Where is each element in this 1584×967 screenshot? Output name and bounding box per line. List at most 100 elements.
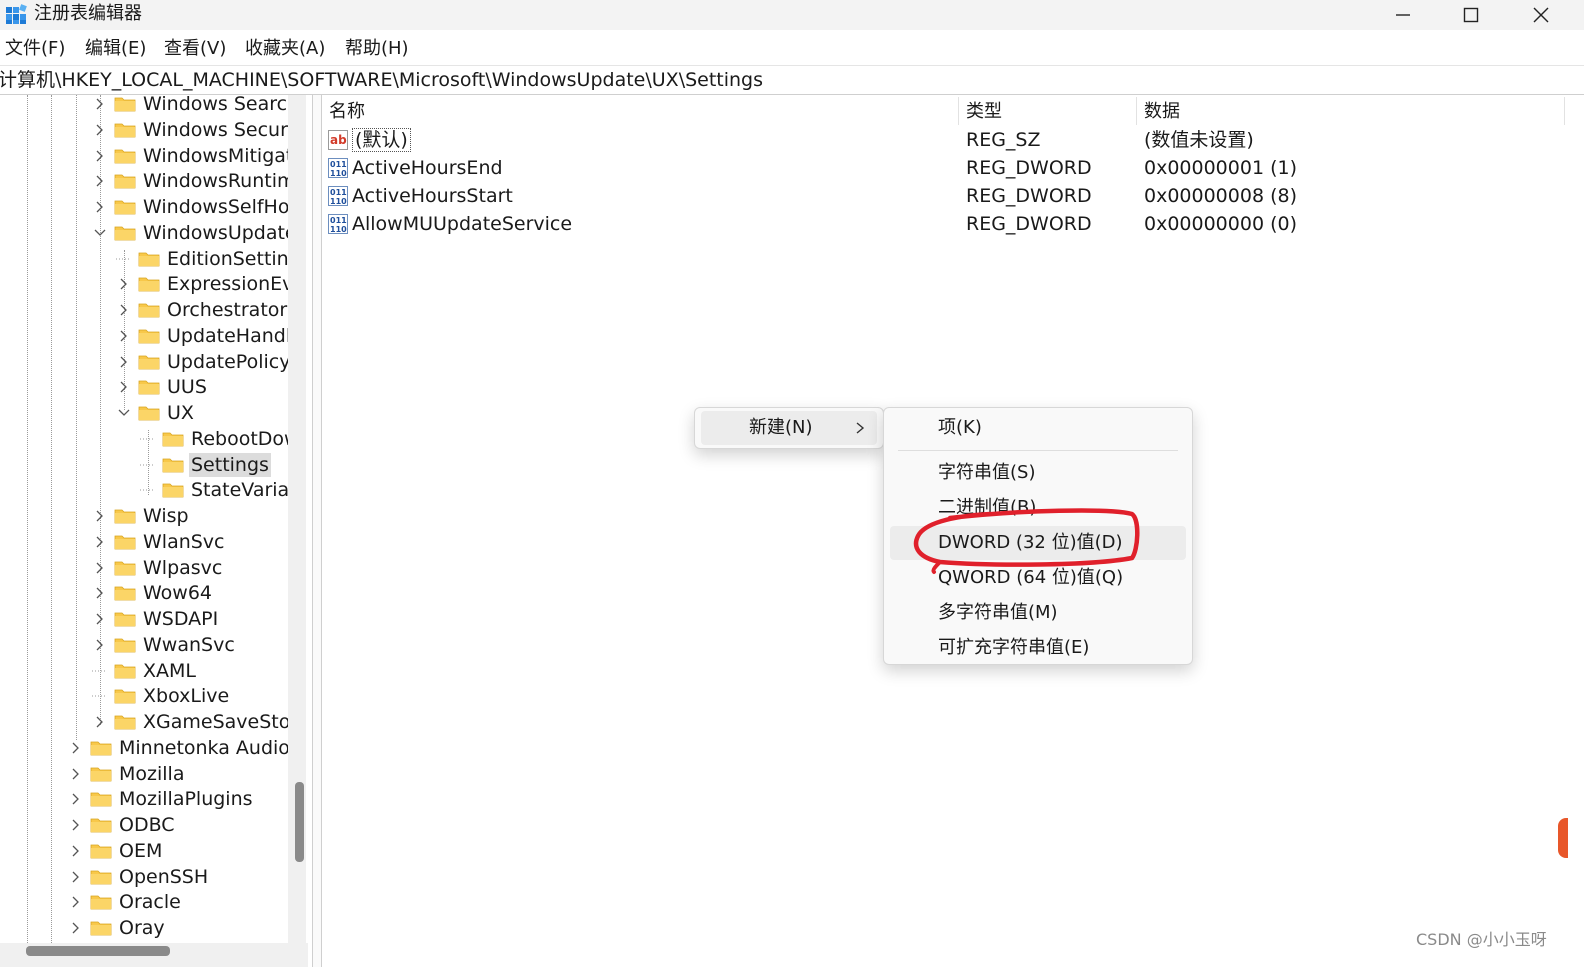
- chevron-right-icon[interactable]: [68, 869, 84, 885]
- submenu-item-binary-value[interactable]: 二进制值(B): [890, 491, 1186, 525]
- tree-item[interactable]: StateVariabl: [140, 477, 290, 503]
- column-name-header[interactable]: 名称: [329, 99, 365, 125]
- value-row[interactable]: 011 110 AllowMUUpdateService REG_DWORD 0…: [322, 210, 1322, 238]
- maximize-button[interactable]: [1436, 0, 1506, 30]
- address-bar[interactable]: 计算机\HKEY_LOCAL_MACHINE\SOFTWARE\Microsof…: [0, 65, 1584, 95]
- tree-item[interactable]: Oray: [68, 915, 167, 941]
- tree-item[interactable]: WlanSvc: [92, 529, 227, 555]
- registry-editor-icon: [6, 4, 27, 24]
- chevron-right-icon[interactable]: [68, 740, 84, 756]
- tree-vertical-scroll-thumb[interactable]: [295, 782, 304, 862]
- tree-item[interactable]: OpenSSH: [68, 864, 210, 890]
- chevron-right-icon[interactable]: [92, 122, 108, 138]
- tree-item[interactable]: UUS: [116, 374, 209, 400]
- tree-item[interactable]: Windows Search: [92, 95, 290, 117]
- chevron-right-icon[interactable]: [68, 817, 84, 833]
- menu-item-new[interactable]: 新建(N): [701, 411, 877, 445]
- chevron-right-icon[interactable]: [116, 276, 132, 292]
- tree-item[interactable]: XAML: [92, 658, 198, 684]
- menu-view[interactable]: 查看(V): [164, 36, 226, 62]
- tree-item[interactable]: Windows Security: [92, 117, 290, 143]
- column-type-header[interactable]: 类型: [966, 99, 1002, 125]
- submenu-item-key[interactable]: 项(K): [890, 411, 1186, 445]
- submenu-item-dword-value[interactable]: DWORD (32 位)值(D): [890, 526, 1186, 560]
- minimize-button[interactable]: [1368, 0, 1438, 30]
- chevron-right-icon[interactable]: [92, 611, 108, 627]
- tree-item[interactable]: Minnetonka Audio S: [68, 735, 290, 761]
- folder-icon: [162, 457, 184, 473]
- chevron-right-icon[interactable]: [92, 148, 108, 164]
- chevron-down-icon[interactable]: [116, 405, 132, 421]
- tree-item[interactable]: ExpressionEval: [116, 271, 290, 297]
- column-separator[interactable]: [958, 97, 959, 125]
- chevron-right-icon[interactable]: [116, 379, 132, 395]
- tree-item[interactable]: EditionSettings: [116, 246, 290, 272]
- tree-item[interactable]: WindowsSelfHost: [92, 194, 290, 220]
- chevron-right-icon[interactable]: [92, 96, 108, 112]
- submenu-item-label: 多字符串值(M): [938, 602, 1058, 623]
- submenu-item-expandable-string-value[interactable]: 可扩充字符串值(E): [890, 631, 1186, 665]
- tree-item[interactable]: WSDAPI: [92, 606, 220, 632]
- chevron-right-icon[interactable]: [68, 894, 84, 910]
- chevron-right-icon[interactable]: [68, 766, 84, 782]
- tree-item[interactable]: UX: [116, 400, 196, 426]
- tree-item[interactable]: XboxLive: [92, 683, 231, 709]
- value-row[interactable]: ab (默认) REG_SZ (数值未设置): [322, 126, 1322, 154]
- chevron-right-icon[interactable]: [92, 534, 108, 550]
- chevron-right-icon[interactable]: [68, 791, 84, 807]
- chevron-right-icon[interactable]: [92, 637, 108, 653]
- tree-item[interactable]: Mozilla: [68, 761, 186, 787]
- chevron-down-icon[interactable]: [92, 225, 108, 241]
- tree-item[interactable]: OEM: [68, 838, 164, 864]
- tree-item[interactable]: Wow64: [92, 580, 214, 606]
- tree-item[interactable]: WindowsMitigati: [92, 143, 290, 169]
- tree-item[interactable]: UpdateHandle: [116, 323, 290, 349]
- menu-bar: 文件(F) 编辑(E) 查看(V) 收藏夹(A) 帮助(H): [0, 34, 1584, 64]
- chevron-right-icon[interactable]: [92, 714, 108, 730]
- chevron-right-icon[interactable]: [92, 173, 108, 189]
- value-row[interactable]: 011 110 ActiveHoursEnd REG_DWORD 0x00000…: [322, 154, 1322, 182]
- column-data-header[interactable]: 数据: [1144, 99, 1180, 125]
- menu-file[interactable]: 文件(F): [5, 36, 65, 62]
- column-separator[interactable]: [1564, 97, 1565, 125]
- column-separator[interactable]: [1136, 97, 1137, 125]
- chevron-right-icon[interactable]: [116, 328, 132, 344]
- tree-item[interactable]: WindowsRuntime: [92, 168, 290, 194]
- value-row[interactable]: 011 110 ActiveHoursStart REG_DWORD 0x000…: [322, 182, 1322, 210]
- tree-item[interactable]: MozillaPlugins: [68, 786, 255, 812]
- tree-item[interactable]: ODBC: [68, 812, 177, 838]
- chevron-right-icon[interactable]: [92, 560, 108, 576]
- address-path[interactable]: 计算机\HKEY_LOCAL_MACHINE\SOFTWARE\Microsof…: [0, 67, 763, 93]
- tree-item[interactable]: Settings: [140, 452, 271, 478]
- menu-help[interactable]: 帮助(H): [345, 36, 409, 62]
- string-value-icon: ab: [328, 130, 348, 150]
- folder-icon: [162, 431, 184, 447]
- pane-splitter[interactable]: [312, 95, 322, 967]
- submenu-item-multi-string-value[interactable]: 多字符串值(M): [890, 596, 1186, 630]
- submenu-item-string-value[interactable]: 字符串值(S): [890, 456, 1186, 490]
- submenu-item-qword-value[interactable]: QWORD (64 位)值(Q): [890, 561, 1186, 595]
- key-tree[interactable]: Windows Search Windows Security WindowsMit…: [0, 95, 290, 943]
- chevron-right-icon[interactable]: [68, 843, 84, 859]
- tree-item[interactable]: WindowsUpdate: [92, 220, 290, 246]
- chevron-right-icon[interactable]: [92, 199, 108, 215]
- menu-edit[interactable]: 编辑(E): [85, 36, 146, 62]
- close-button[interactable]: [1506, 0, 1576, 30]
- tree-item[interactable]: Wlpasvc: [92, 555, 224, 581]
- chevron-right-icon[interactable]: [68, 920, 84, 936]
- tree-item[interactable]: XGameSaveStorag: [92, 709, 290, 735]
- tree-item[interactable]: UpdatePolicy: [116, 349, 290, 375]
- folder-icon: [114, 508, 136, 524]
- tree-item[interactable]: RebootDow: [140, 426, 290, 452]
- tree-horizontal-scroll-thumb[interactable]: [26, 946, 170, 956]
- tree-item[interactable]: Orchestrator: [116, 297, 289, 323]
- chevron-right-icon[interactable]: [92, 585, 108, 601]
- menu-favorites[interactable]: 收藏夹(A): [245, 36, 325, 62]
- tree-item[interactable]: WwanSvc: [92, 632, 237, 658]
- tree-item[interactable]: Oracle: [68, 889, 183, 915]
- tree-item[interactable]: Wisp: [92, 503, 191, 529]
- binary-value-icon: 011 110: [328, 186, 348, 206]
- chevron-right-icon[interactable]: [116, 354, 132, 370]
- chevron-right-icon[interactable]: [92, 508, 108, 524]
- chevron-right-icon[interactable]: [116, 302, 132, 318]
